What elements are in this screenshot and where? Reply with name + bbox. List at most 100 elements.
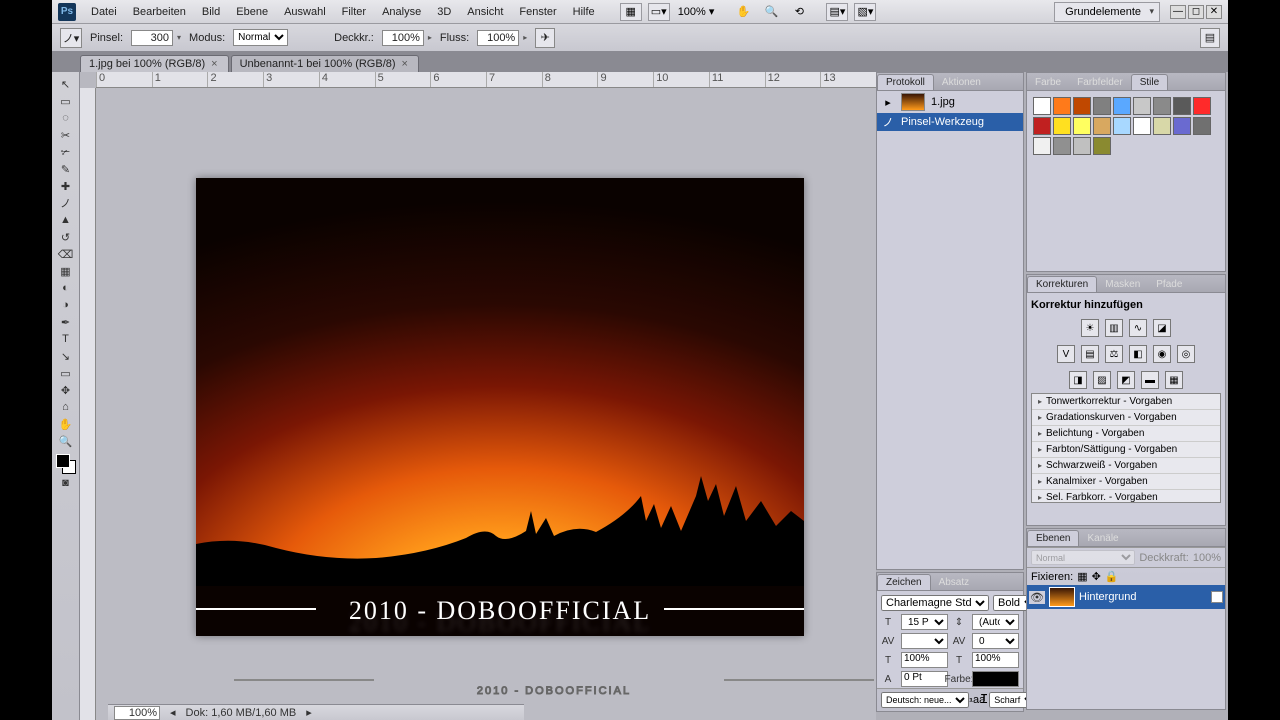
- close-icon[interactable]: ×: [211, 58, 217, 70]
- screen-mode-icon[interactable]: ▭▾: [648, 3, 670, 21]
- brush-tool-icon[interactable]: ノ: [55, 195, 77, 211]
- close-icon[interactable]: ×: [402, 58, 408, 70]
- tab-swatches[interactable]: Farbfelder: [1069, 75, 1131, 90]
- style-swatch[interactable]: [1073, 97, 1091, 115]
- visibility-eye-icon[interactable]: 👁: [1029, 591, 1045, 604]
- posterize-icon[interactable]: ▨: [1093, 371, 1111, 389]
- menu-file[interactable]: Datei: [84, 3, 124, 21]
- arrange-docs-icon[interactable]: ▤▾: [826, 3, 848, 21]
- style-swatch[interactable]: [1053, 117, 1071, 135]
- menu-view[interactable]: Ansicht: [460, 3, 510, 21]
- tracking-select[interactable]: 0: [972, 633, 1019, 649]
- marquee-tool-icon[interactable]: ▭: [55, 93, 77, 109]
- document-tab[interactable]: Unbenannt-1 bei 100% (RGB/8)×: [231, 55, 419, 72]
- 3d-tool-icon[interactable]: ✥: [55, 382, 77, 398]
- vibrance-icon[interactable]: V: [1057, 345, 1075, 363]
- lock-pixels-icon[interactable]: ▦: [1077, 570, 1087, 583]
- style-swatch[interactable]: [1053, 97, 1071, 115]
- selective-color-icon[interactable]: ▦: [1165, 371, 1183, 389]
- blur-tool-icon[interactable]: ◐: [55, 280, 77, 296]
- 3d-camera-icon[interactable]: ⌂: [55, 399, 77, 415]
- healing-tool-icon[interactable]: ✚: [55, 178, 77, 194]
- eyedropper-tool-icon[interactable]: ✎: [55, 161, 77, 177]
- menu-image[interactable]: Bild: [195, 3, 227, 21]
- eraser-tool-icon[interactable]: ⌫: [55, 246, 77, 262]
- style-swatch[interactable]: [1053, 137, 1071, 155]
- style-swatch[interactable]: [1153, 117, 1171, 135]
- zoom-field[interactable]: 100%: [114, 706, 160, 720]
- kerning-select[interactable]: [901, 633, 948, 649]
- exposure-icon[interactable]: ◪: [1153, 319, 1171, 337]
- tab-paragraph[interactable]: Absatz: [931, 575, 978, 590]
- launch-bridge-icon[interactable]: ▦: [620, 3, 642, 21]
- style-swatch[interactable]: [1113, 97, 1131, 115]
- style-swatch[interactable]: [1093, 117, 1111, 135]
- window-restore-icon[interactable]: ◻: [1188, 5, 1204, 19]
- preset-item[interactable]: Kanalmixer - Vorgaben: [1032, 474, 1220, 490]
- flow-field[interactable]: 100%: [477, 30, 519, 46]
- style-swatch[interactable]: [1173, 117, 1191, 135]
- curves-icon[interactable]: ∿: [1129, 319, 1147, 337]
- preset-item[interactable]: Belichtung - Vorgaben: [1032, 426, 1220, 442]
- tab-masks[interactable]: Masken: [1097, 277, 1148, 292]
- levels-icon[interactable]: ▥: [1105, 319, 1123, 337]
- tab-history[interactable]: Protokoll: [877, 74, 934, 90]
- canvas[interactable]: 2010 - DOBOOFFICIAL 2010 - DOBOOFFICIAL: [96, 88, 876, 720]
- arrow-left-icon[interactable]: ◂: [170, 706, 176, 719]
- screen-switch-icon[interactable]: ▧▾: [854, 3, 876, 21]
- channel-mixer-icon[interactable]: ◎: [1177, 345, 1195, 363]
- photo-filter-icon[interactable]: ◉: [1153, 345, 1171, 363]
- zoom-tool-icon[interactable]: 🔍: [55, 433, 77, 449]
- style-swatch[interactable]: [1193, 117, 1211, 135]
- style-swatch[interactable]: [1193, 97, 1211, 115]
- hand-tool-icon[interactable]: ✋: [732, 3, 754, 21]
- preset-item[interactable]: Gradationskurven - Vorgaben: [1032, 410, 1220, 426]
- preset-item[interactable]: Tonwertkorrektur - Vorgaben: [1032, 394, 1220, 410]
- leading-select[interactable]: (Auto): [972, 614, 1019, 630]
- tab-color[interactable]: Farbe: [1027, 75, 1069, 90]
- font-size-select[interactable]: 15 Pt: [901, 614, 948, 630]
- menu-select[interactable]: Auswahl: [277, 3, 333, 21]
- style-swatch[interactable]: [1033, 97, 1051, 115]
- tab-layers[interactable]: Ebenen: [1027, 530, 1079, 546]
- rotate-view-icon[interactable]: ⟲: [788, 3, 810, 21]
- hue-icon[interactable]: ▤: [1081, 345, 1099, 363]
- baseline-field[interactable]: 0 Pt: [901, 671, 948, 687]
- preset-item[interactable]: Sel. Farbkorr. - Vorgaben: [1032, 490, 1220, 503]
- style-swatch[interactable]: [1093, 97, 1111, 115]
- lasso-tool-icon[interactable]: ◌: [55, 110, 77, 126]
- bw-icon[interactable]: ◧: [1129, 345, 1147, 363]
- scale-v-field[interactable]: 100%: [901, 652, 948, 668]
- brush-panel-icon[interactable]: ▤: [1200, 28, 1220, 48]
- style-swatch[interactable]: [1073, 137, 1091, 155]
- history-snapshot[interactable]: ▸ 1.jpg: [877, 91, 1023, 113]
- stamp-tool-icon[interactable]: ▲: [55, 212, 77, 228]
- invert-icon[interactable]: ◨: [1069, 371, 1087, 389]
- preset-item[interactable]: Schwarzweiß - Vorgaben: [1032, 458, 1220, 474]
- style-swatch[interactable]: [1133, 97, 1151, 115]
- style-swatch[interactable]: [1173, 97, 1191, 115]
- type-tool-icon[interactable]: T: [55, 331, 77, 347]
- tab-corrections[interactable]: Korrekturen: [1027, 276, 1097, 292]
- font-family-select[interactable]: Charlemagne Std: [881, 595, 989, 611]
- zoom-tool-icon[interactable]: 🔍: [760, 3, 782, 21]
- scale-h-field[interactable]: 100%: [972, 652, 1019, 668]
- gradient-tool-icon[interactable]: ▦: [55, 263, 77, 279]
- crop-tool-icon[interactable]: ✃: [55, 144, 77, 160]
- hand-tool-icon[interactable]: ✋: [55, 416, 77, 432]
- dodge-tool-icon[interactable]: ◑: [55, 297, 77, 313]
- tab-paths[interactable]: Pfade: [1148, 277, 1190, 292]
- lock-position-icon[interactable]: ✥: [1092, 570, 1101, 583]
- shape-tool-icon[interactable]: ▭: [55, 365, 77, 381]
- tab-character[interactable]: Zeichen: [877, 574, 931, 590]
- opacity-field[interactable]: 100%: [382, 30, 424, 46]
- style-swatch[interactable]: [1073, 117, 1091, 135]
- brush-size-field[interactable]: 300: [131, 30, 173, 46]
- gradient-map-icon[interactable]: ▬: [1141, 371, 1159, 389]
- move-tool-icon[interactable]: ↖: [55, 76, 77, 92]
- tab-actions[interactable]: Aktionen: [934, 75, 989, 90]
- menu-edit[interactable]: Bearbeiten: [126, 3, 193, 21]
- quick-select-tool-icon[interactable]: ✂: [55, 127, 77, 143]
- tab-styles[interactable]: Stile: [1131, 74, 1168, 90]
- airbrush-icon[interactable]: ✈: [535, 28, 555, 48]
